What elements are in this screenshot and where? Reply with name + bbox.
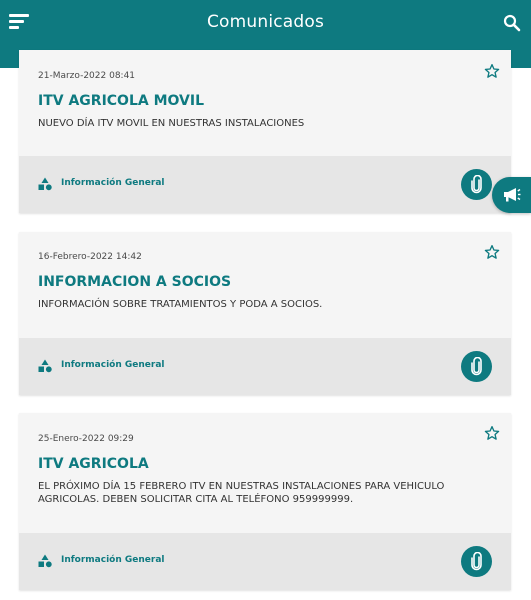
- shapes-category-icon: [38, 554, 52, 568]
- announcement-body: NUEVO DÍA ITV MOVIL EN NUESTRAS INSTALAC…: [38, 118, 305, 129]
- announcement-footer: Información General: [19, 338, 511, 395]
- announcement-title: ITV AGRICOLA: [38, 456, 149, 472]
- paperclip-icon: [471, 357, 482, 376]
- category-label: Información General: [61, 360, 165, 370]
- attachment-button[interactable]: [461, 169, 492, 200]
- announcements-floating-button[interactable]: [492, 177, 531, 213]
- announcement-date: 21-Marzo-2022 08:41: [38, 71, 136, 81]
- announcement-title: ITV AGRICOLA MOVIL: [38, 93, 205, 109]
- announcement-date: 16-Febrero-2022 14:42: [38, 252, 142, 262]
- attachment-button[interactable]: [461, 546, 492, 577]
- shapes-category-icon: [38, 359, 52, 373]
- star-outline-icon: [484, 64, 500, 78]
- star-outline-icon: [484, 245, 500, 259]
- favorite-button[interactable]: [484, 63, 500, 79]
- announcement-body: INFORMACIÓN SOBRE TRATAMIENTOS Y PODA A …: [38, 299, 323, 310]
- favorite-button[interactable]: [484, 425, 500, 441]
- category-label: Información General: [61, 555, 165, 565]
- shapes-category-icon: [38, 177, 52, 191]
- star-outline-icon: [484, 426, 500, 440]
- page-title: Comunicados: [206, 12, 325, 32]
- announcement-card[interactable]: 21-Marzo-2022 08:41 ITV AGRICOLA MOVIL N…: [19, 50, 511, 213]
- announcement-footer: Información General: [19, 533, 511, 590]
- search-icon: [503, 14, 521, 32]
- attachment-button[interactable]: [461, 351, 492, 382]
- announcement-footer: Información General: [19, 156, 511, 213]
- paperclip-icon: [471, 552, 482, 571]
- announcement-card[interactable]: 25-Enero-2022 09:29 ITV AGRICOLA EL PRÓX…: [19, 413, 511, 590]
- favorite-button[interactable]: [484, 244, 500, 260]
- paperclip-icon: [471, 175, 482, 194]
- category-label: Información General: [61, 178, 165, 188]
- megaphone-icon: [504, 188, 521, 202]
- announcement-body: EL PRÓXIMO DÍA 15 FEBRERO ITV EN NUESTRA…: [38, 481, 445, 505]
- announcement-date: 25-Enero-2022 09:29: [38, 434, 134, 444]
- announcement-title: INFORMACION A SOCIOS: [38, 274, 232, 290]
- announcement-card[interactable]: 16-Febrero-2022 14:42 INFORMACION A SOCI…: [19, 232, 511, 395]
- search-button[interactable]: [503, 14, 521, 32]
